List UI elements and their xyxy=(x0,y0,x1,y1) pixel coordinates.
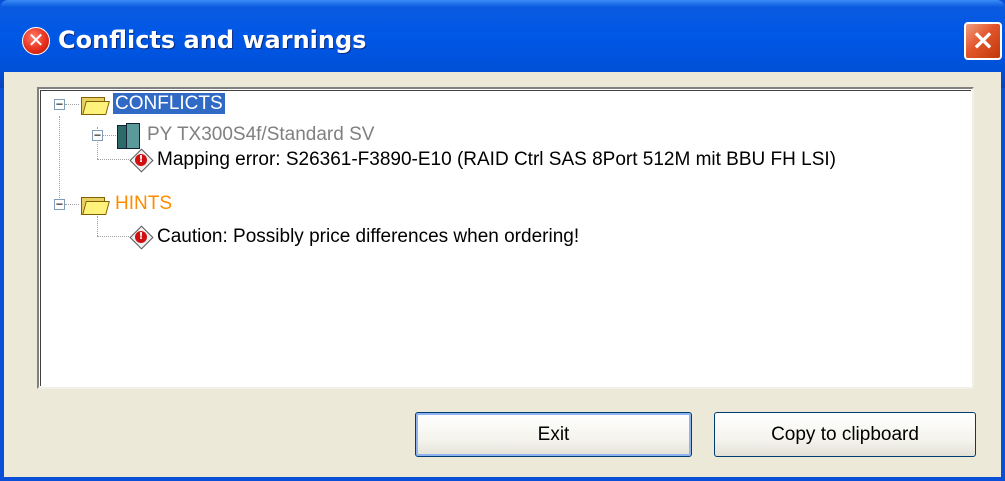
dialog-window: ✕ Conflicts and warnings × − CONFLICTS −… xyxy=(0,0,1005,481)
tree-item-label: CONFLICTS xyxy=(113,93,225,114)
collapse-toggle[interactable]: − xyxy=(54,98,65,110)
dialog-body: − CONFLICTS − PY TX300S4f/Standard SV ! … xyxy=(4,72,1001,477)
tree-item-conflicts[interactable]: CONFLICTS xyxy=(113,92,225,116)
folder-open-icon xyxy=(81,194,110,215)
warning-diamond-icon: ! xyxy=(129,148,154,173)
tree-line xyxy=(102,135,116,136)
collapse-toggle[interactable]: − xyxy=(92,129,103,141)
exit-button[interactable]: Exit xyxy=(415,412,692,457)
tree-line xyxy=(65,104,79,105)
copy-to-clipboard-button[interactable]: Copy to clipboard xyxy=(714,412,976,457)
collapse-toggle[interactable]: − xyxy=(54,198,65,210)
warning-diamond-icon: ! xyxy=(129,225,154,250)
tree-canvas: − CONFLICTS − PY TX300S4f/Standard SV ! … xyxy=(40,90,971,386)
tree-line xyxy=(65,204,79,205)
tree-item-server[interactable]: PY TX300S4f/Standard SV xyxy=(147,123,374,147)
tree-line xyxy=(97,159,129,160)
error-icon: ✕ xyxy=(22,27,50,55)
tree-item-caution[interactable]: Caution: Possibly price differences when… xyxy=(157,225,579,249)
tree-line xyxy=(97,216,98,236)
folder-open-icon xyxy=(81,94,110,115)
tree-line xyxy=(59,116,60,204)
tree-line xyxy=(97,236,129,237)
conflicts-tree[interactable]: − CONFLICTS − PY TX300S4f/Standard SV ! … xyxy=(37,87,974,389)
window-title: Conflicts and warnings xyxy=(58,26,367,54)
close-button[interactable]: × xyxy=(964,22,1002,60)
close-icon: × xyxy=(971,23,995,56)
tree-item-hints[interactable]: HINTS xyxy=(115,192,172,216)
tree-item-mapping-error[interactable]: Mapping error: S26361-F3890-E10 (RAID Ct… xyxy=(157,148,836,172)
server-icon xyxy=(117,123,140,149)
